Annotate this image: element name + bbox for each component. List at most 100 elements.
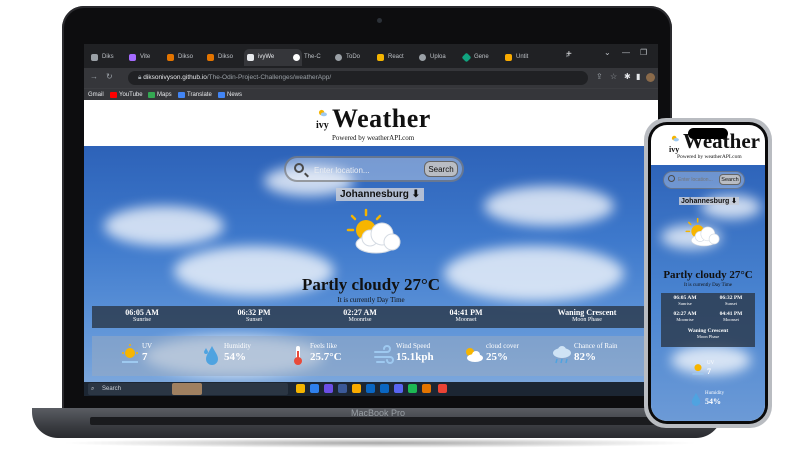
laptop-shadow [60,438,700,448]
profile-avatar[interactable] [646,73,655,82]
address-bar[interactable]: 🔒︎ diksonivyson.github.io/The-Odin-Proje… [128,71,588,85]
day-time-note: It is currently Day Time [337,296,405,304]
phone-sky-background: Search Johannesburg ⬇ Partly cloudy 27°C… [651,165,765,421]
search-icon: ⌕ [91,386,95,392]
search-button[interactable]: Search [424,161,458,177]
forward-arrow-icon[interactable]: → [90,72,98,81]
background-cloud [671,345,751,375]
logo-prefix: ivy [669,145,680,154]
humidity-drops-icon [691,392,701,406]
bookmark-youtube[interactable]: YouTube [110,90,143,100]
sunset-info: 06:32 PM Sunset [237,308,271,323]
share-icon[interactable]: ⇪ [596,72,603,81]
search-box: Search [284,156,464,182]
news-icon [218,92,225,98]
uv-sun-icon [692,364,704,375]
sky-background: Search Johannesburg ⬇ Partly cloudy 27°C… [84,146,658,382]
rain-cloud-icon [553,346,571,364]
taskbar-app-icon[interactable] [380,384,389,393]
weather-condition: Partly cloudy 27°C [301,275,441,294]
moonrise-info: 02:27 AM Moonrise [673,311,697,322]
astro-info-bar: 06:05 AM Sunrise 06:32 PM Sunset 02:27 AM M… [92,306,650,328]
tab-favicon-icon [247,54,254,61]
weather-stats-bar: UV 7 Humidity 54% Feels like 25.7°C Wind Sp… [92,336,650,376]
youtube-icon [110,92,117,98]
translate-icon [178,92,185,98]
phone-search-button[interactable]: Search [719,174,741,185]
tab-favicon-icon [167,54,174,61]
page-title: Weather [332,104,431,133]
star-icon[interactable]: ☆ [610,72,617,81]
bookmark-gmail[interactable]: Gmail [88,90,104,100]
moonset-info: 04:41 PM Moonset [449,308,483,323]
phone-astro-info: 06:05 AM Sunrise 06:32 PM Sunset 02:27 AM M… [661,293,755,347]
minimize-button[interactable]: — [622,48,630,57]
tab-favicon-icon [129,54,136,61]
moonrise-info: 02:27 AM Moonrise [343,308,377,323]
taskbar-app-icon[interactable] [438,384,447,393]
weather-page: ivy Weather Powered by weatherAPI.com Se… [84,100,658,382]
bookmark-maps[interactable]: Maps [148,90,172,100]
taskbar-app-icon[interactable] [310,384,319,393]
tab-favicon-icon [461,52,472,63]
tab-favicon-icon [335,54,342,61]
tab-favicon-icon [377,54,384,61]
bookmark-news[interactable]: News [218,90,242,100]
laptop-screen: Diks× Vite× Dikso× Dikso× ivyWe× The-C× … [84,44,658,396]
taskbar-app-icon[interactable] [366,384,375,393]
device-label: MacBook Pro [350,408,406,418]
cloud-cover-icon [466,348,483,362]
search-input[interactable] [312,162,426,178]
maximize-button[interactable]: ❐ [640,48,647,57]
phone-screen: ivy Weather Powered by weatherAPI.com Se… [651,125,765,421]
extensions-icon[interactable]: ✱ [624,72,631,81]
thermometer-icon [294,346,302,365]
taskbar-app-icon[interactable] [394,384,403,393]
browser-toolbar: → ↻ 🔒︎ diksonivyson.github.io/The-Odin-P… [84,68,658,88]
maps-icon [148,92,155,98]
phone-city-name[interactable]: Johannesburg ⬇ [679,197,740,205]
phone-search-input[interactable] [678,175,718,184]
chevron-down-icon[interactable]: ⌄ [604,48,611,57]
page-header: ivy Weather Powered by weatherAPI.com [84,100,658,146]
sidepanel-icon[interactable]: ▮ [636,72,640,81]
wind-icon [374,345,394,364]
search-icon [294,163,304,173]
city-name[interactable]: Johannesburg ⬇ [336,188,425,201]
uv-sun-icon [122,344,138,363]
tab-favicon-icon [91,54,98,61]
windows-taskbar: ⌕ Search [84,382,658,396]
background-cloud [484,186,614,226]
taskbar-app-icon[interactable] [408,384,417,393]
humidity-drops-icon [204,346,218,365]
taskbar-app-icon[interactable] [352,384,361,393]
logo-sun-icon [671,135,679,142]
background-cloud [104,206,224,246]
phone-day-time-note: It is currently Day Time [683,283,733,288]
search-icon [668,175,675,182]
webcam [377,18,382,23]
moon-phase-info: Waning Crescent Moon Phase [687,328,729,339]
taskbar-app-icon[interactable] [296,384,305,393]
sunrise-info: 06:05 AM Sunrise [125,308,159,323]
partly-cloudy-icon [346,208,401,254]
browser-tab[interactable]: Untit × [502,49,572,66]
taskbar-app-icon[interactable] [338,384,347,393]
tab-favicon-icon [207,54,214,61]
dynamic-island [688,128,728,139]
moonset-info: 04:41 PM Moonset [719,311,743,322]
taskbar-app-icon[interactable] [422,384,431,393]
github-icon [293,54,300,61]
phone-humidity-stat: Humidity 54% [689,391,749,415]
new-tab-button[interactable]: + [566,49,572,60]
taskbar-widget[interactable] [172,383,202,395]
url-path: /The-Odin-Project-Challenges/weatherApp/ [206,74,332,81]
phone-search-box: Search [663,171,745,189]
bookmark-translate[interactable]: Translate [178,90,212,100]
sunrise-info: 06:05 AM Sunrise [673,295,697,306]
partly-cloudy-icon [685,217,720,247]
keyboard-edge [90,417,665,425]
logo-prefix: ivy [316,120,329,131]
reload-icon[interactable]: ↻ [106,72,113,81]
taskbar-app-icon[interactable] [324,384,333,393]
